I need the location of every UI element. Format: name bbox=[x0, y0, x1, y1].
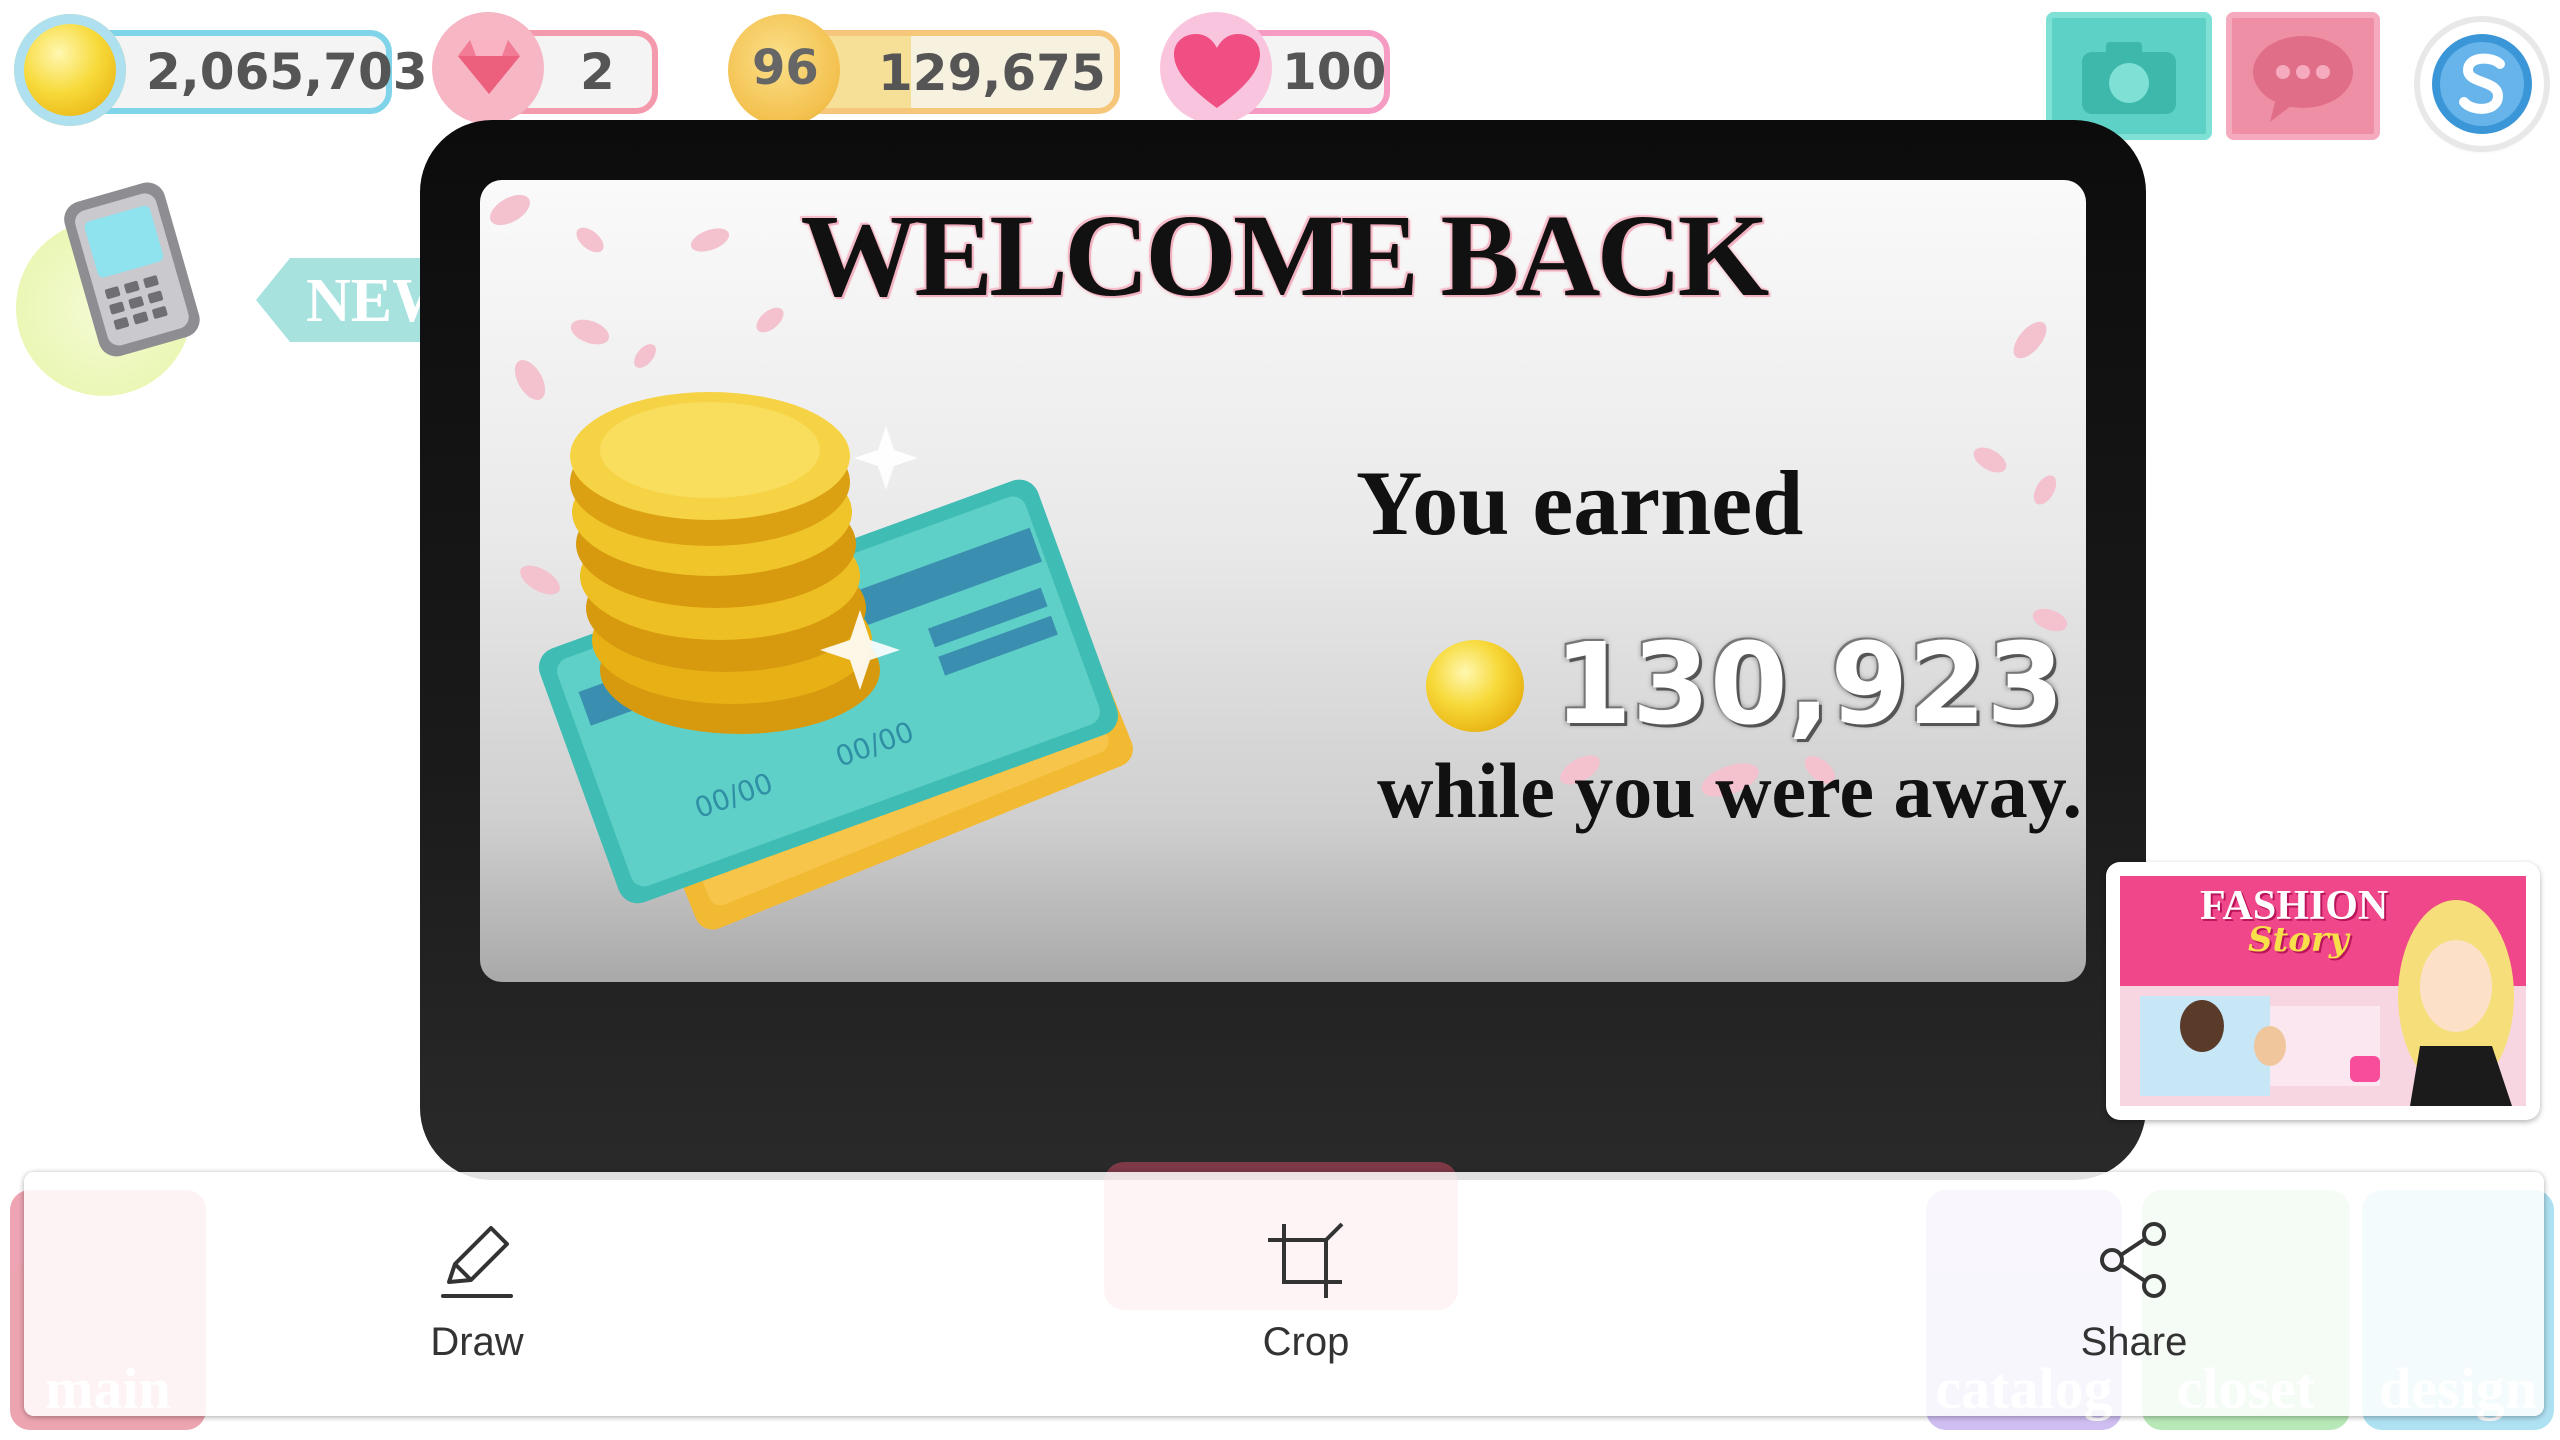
storm8-profile-button[interactable] bbox=[2420, 22, 2544, 146]
phone-icon bbox=[64, 182, 200, 357]
chat-button[interactable] bbox=[2226, 12, 2380, 140]
crop-icon bbox=[1268, 1222, 1344, 1298]
screenshot-toolbar: Draw Crop Share bbox=[24, 1172, 2544, 1416]
earned-amount: 130,923 bbox=[1554, 620, 2065, 750]
coin-icon bbox=[14, 14, 126, 126]
amount-coin-icon bbox=[1426, 640, 1524, 732]
draw-label: Draw bbox=[430, 1320, 524, 1364]
hearts-value: 100 bbox=[1282, 43, 1387, 101]
welcome-back-card: WELCOME BACK 00/00 00/00 00/00 bbox=[480, 180, 2086, 982]
storm8-logo-icon bbox=[2432, 34, 2532, 134]
coins-and-cards-illustration: 00/00 00/00 00/00 bbox=[538, 392, 1133, 930]
level-value: 96 bbox=[752, 40, 819, 96]
crop-label: Crop bbox=[1262, 1320, 1350, 1364]
ad-subtitle: Story bbox=[2248, 920, 2349, 960]
pencil-icon bbox=[441, 1226, 513, 1298]
share-icon bbox=[2100, 1222, 2166, 1298]
ad-image: FASHION Story bbox=[2120, 876, 2526, 1106]
draw-button[interactable]: Draw bbox=[377, 1220, 577, 1365]
gems-value: 2 bbox=[580, 43, 615, 101]
gem-icon bbox=[458, 40, 520, 94]
coins-value: 2,065,703 bbox=[146, 43, 428, 101]
dialog-title: WELCOME BACK bbox=[800, 190, 1770, 321]
xp-value: 129,675 bbox=[878, 44, 1106, 102]
heart-icon bbox=[1174, 34, 1260, 108]
share-label: Share bbox=[2080, 1320, 2188, 1364]
chat-icon bbox=[2253, 36, 2353, 122]
crop-button[interactable]: Crop bbox=[1206, 1220, 1406, 1365]
fashion-story-ad[interactable]: FASHION Story bbox=[2106, 862, 2540, 1120]
away-label: while you were away. bbox=[1377, 747, 2082, 834]
share-button[interactable]: Share bbox=[2034, 1220, 2234, 1365]
earned-label: You earned bbox=[1356, 452, 1804, 554]
